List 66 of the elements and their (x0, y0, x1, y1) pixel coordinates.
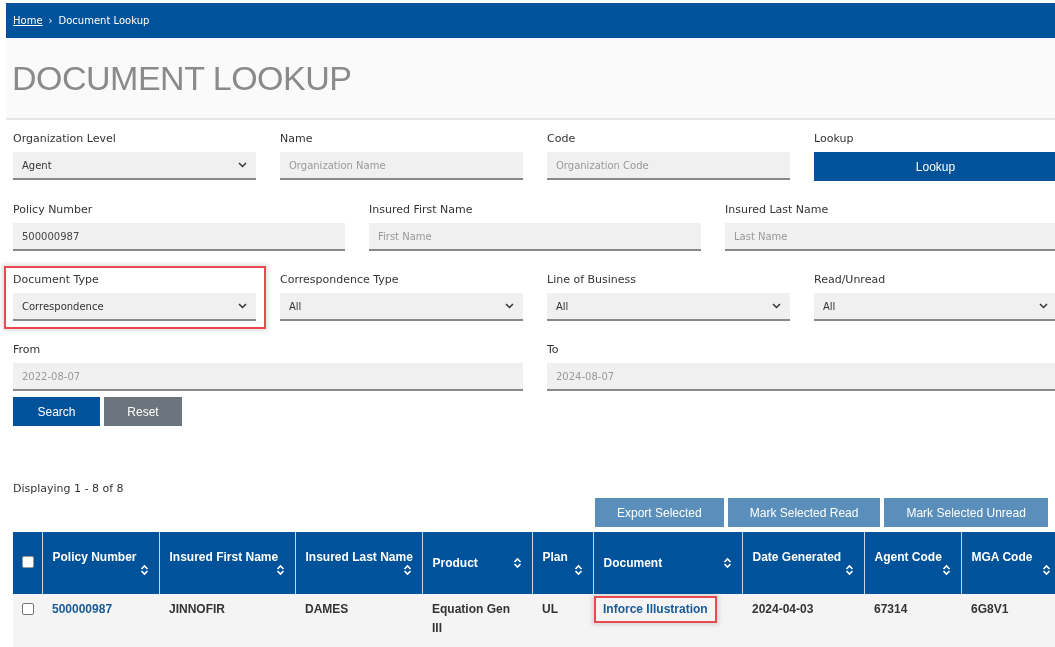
sort-icon[interactable] (573, 564, 583, 576)
column-header[interactable]: Plan (532, 532, 593, 594)
chevron-down-icon (1039, 303, 1048, 309)
select-field[interactable]: All (547, 293, 790, 321)
select-field[interactable]: Correspondence (13, 293, 256, 321)
field-label: Document Type (13, 273, 100, 287)
field-label: Code (547, 132, 577, 146)
column-header[interactable]: MGA Code (961, 532, 1055, 594)
breadcrumb-current: Document Lookup (58, 15, 150, 26)
sort-icon[interactable] (275, 564, 285, 576)
field-label: Correspondence Type (280, 273, 400, 287)
breadcrumb-separator: › (48, 15, 53, 26)
field-label: Line of Business (547, 273, 638, 287)
input-field[interactable]: 2022-08-07 (13, 363, 523, 391)
input-field[interactable]: First Name (369, 223, 701, 251)
search-button[interactable]: Search (13, 397, 100, 426)
lookup-button[interactable]: Lookup (814, 152, 1055, 181)
select-field[interactable]: All (814, 293, 1055, 321)
field-label: Read/Unread (814, 273, 887, 287)
table-link[interactable]: 500000987 (52, 602, 113, 616)
select-field[interactable]: Agent (13, 152, 256, 180)
column-header[interactable]: Policy Number (42, 532, 159, 594)
input-field[interactable]: 500000987 (13, 223, 345, 251)
table-cell: 6G8V1 (971, 602, 1009, 616)
input-field[interactable]: Organization Name (280, 152, 523, 180)
column-header[interactable]: Document (593, 532, 742, 594)
table-cell: 2024-04-03 (752, 602, 814, 616)
column-header[interactable]: Insured First Name (159, 532, 295, 594)
sort-icon[interactable] (402, 564, 412, 576)
field-label: Insured First Name (369, 203, 474, 217)
chevron-down-icon (772, 303, 781, 309)
breadcrumb-link[interactable]: Home (13, 15, 43, 26)
sort-icon[interactable] (722, 557, 732, 569)
select-field[interactable]: All (280, 293, 523, 321)
sort-icon[interactable] (844, 564, 854, 576)
table-cell: 67314 (874, 602, 908, 616)
column-header[interactable]: Date Generated (742, 532, 864, 594)
input-field[interactable]: 2024-08-07 (547, 363, 1055, 391)
sort-icon[interactable] (1042, 564, 1051, 576)
table-cell: JINNOFIR (169, 602, 225, 616)
table-cell: Equation Gen III (432, 602, 510, 636)
result-count: Displaying 1 - 8 of 8 (13, 482, 125, 495)
field-label: Insured Last Name (725, 203, 830, 217)
field-label: Lookup (814, 132, 855, 146)
input-field[interactable]: Organization Code (547, 152, 790, 180)
field-label: From (13, 343, 42, 357)
sort-icon[interactable] (941, 564, 951, 576)
reset-button[interactable]: Reset (104, 397, 182, 426)
chevron-down-icon (505, 303, 514, 309)
field-label: Policy Number (13, 203, 94, 217)
input-field[interactable]: Last Name (725, 223, 1055, 251)
sort-icon[interactable] (139, 564, 149, 576)
field-label: To (547, 343, 560, 357)
sort-icon[interactable] (512, 557, 522, 569)
select-all-checkbox[interactable] (22, 555, 34, 568)
column-header[interactable]: Agent Code (864, 532, 961, 594)
column-header[interactable]: Product (422, 532, 532, 594)
chevron-down-icon (238, 162, 247, 168)
table-cell: DAMES (305, 602, 349, 616)
field-label: Organization Level (13, 132, 117, 146)
row-checkbox[interactable] (22, 603, 34, 615)
page-title: DOCUMENT LOOKUP (12, 58, 352, 98)
field-label: Name (280, 132, 314, 146)
chevron-down-icon (238, 303, 247, 309)
table-cell: UL (542, 602, 558, 616)
column-header[interactable]: Insured Last Name (295, 532, 422, 594)
